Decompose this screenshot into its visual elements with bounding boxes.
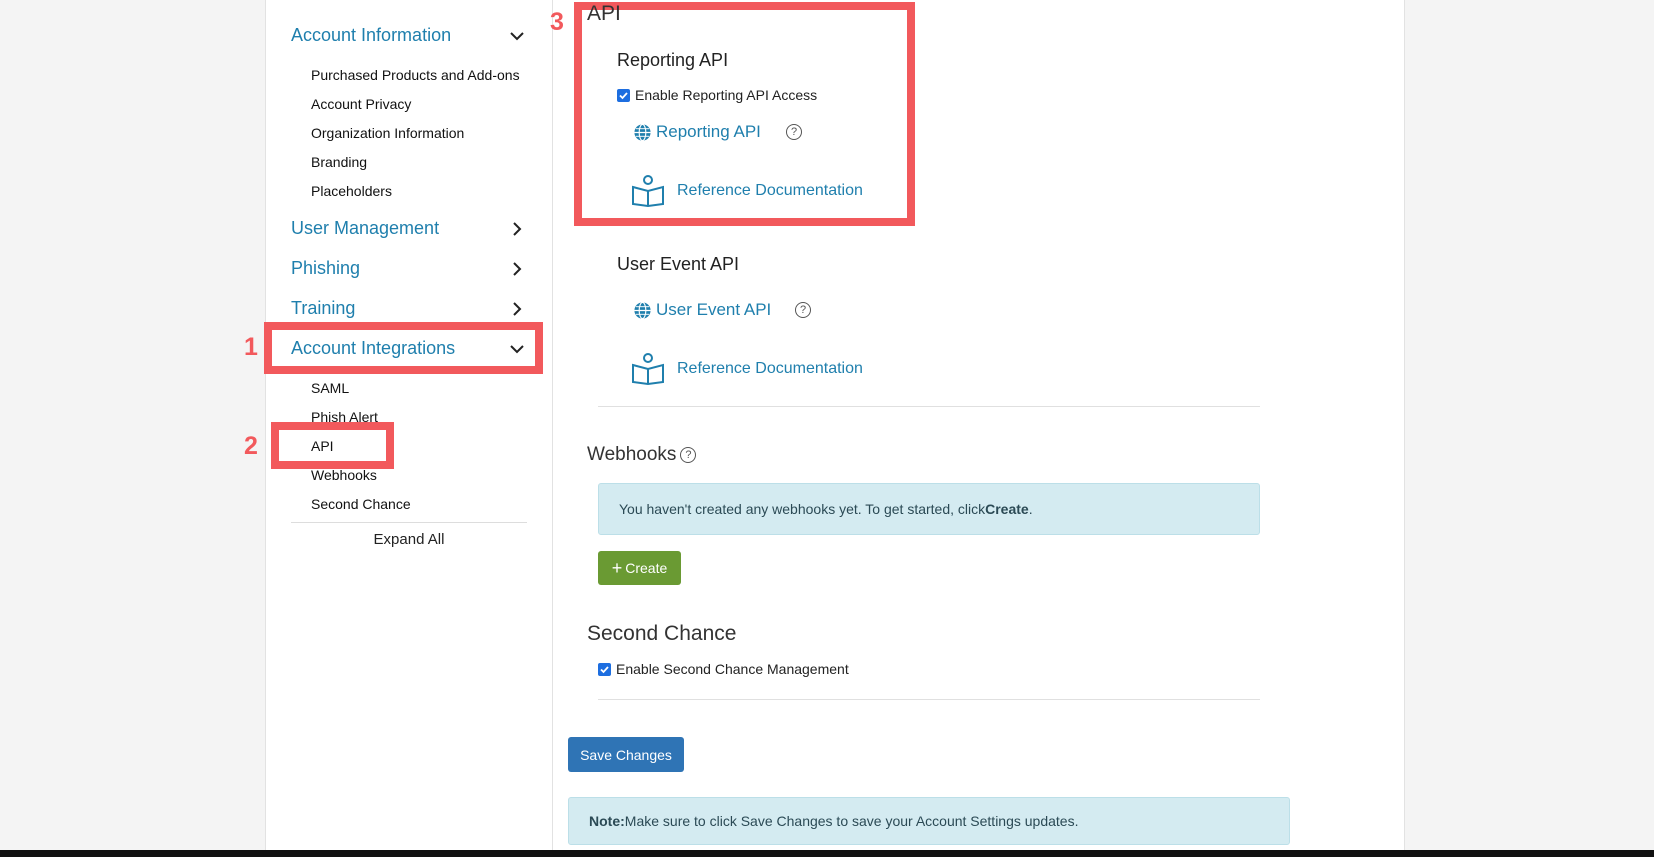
docs-link-label: Reference Documentation: [677, 360, 863, 377]
sidebar-divider: [291, 522, 527, 523]
open-book-icon: [632, 175, 664, 207]
api-heading: API: [587, 2, 621, 25]
help-circle-icon[interactable]: ?: [680, 447, 697, 463]
nav-item-webhooks[interactable]: Webhooks: [311, 467, 377, 483]
nav-section-label: Training: [291, 298, 356, 318]
nav-item-account-privacy[interactable]: Account Privacy: [311, 96, 411, 112]
create-button-label: Create: [625, 560, 668, 576]
nav-account-information[interactable]: Account Information: [291, 25, 526, 46]
expand-all-link[interactable]: Expand All: [291, 531, 527, 548]
nav-section-label: Phishing: [291, 258, 361, 278]
help-circle-icon[interactable]: ?: [795, 302, 811, 318]
user-event-api-heading: User Event API: [617, 254, 740, 274]
user-event-api-link[interactable]: User Event API: [633, 300, 771, 320]
nav-item-purchased-products[interactable]: Purchased Products and Add-ons: [311, 67, 520, 83]
chevron-right-icon: [513, 221, 522, 236]
section-divider: [598, 699, 1260, 700]
annotation-box-1: [264, 322, 543, 374]
user-event-api-link-label: User Event API: [656, 300, 772, 319]
create-webhook-button[interactable]: + Create: [598, 551, 681, 585]
annotation-box-2: [271, 422, 394, 469]
webhooks-heading: Webhooks: [587, 444, 677, 465]
webhooks-empty-alert: You haven't created any webhooks yet. To…: [598, 483, 1260, 535]
help-circle-icon[interactable]: ?: [786, 124, 802, 140]
chevron-right-icon: [513, 301, 522, 316]
nav-item-branding[interactable]: Branding: [311, 154, 367, 170]
note-text: Make sure to click Save Changes to save …: [624, 813, 1079, 829]
nav-training[interactable]: Training: [291, 298, 526, 319]
checkbox-label: Enable Second Chance Management: [616, 661, 849, 677]
save-changes-button[interactable]: Save Changes: [568, 737, 684, 772]
nav-section-label: Account Information: [291, 25, 452, 45]
reporting-api-docs-link[interactable]: Reference Documentation: [631, 175, 863, 207]
nav-user-management[interactable]: User Management: [291, 218, 526, 239]
nav-section-label: User Management: [291, 218, 440, 238]
globe-icon: [634, 123, 651, 141]
window-bottom-edge: [0, 850, 1654, 857]
checkbox-checked-icon[interactable]: [617, 88, 630, 102]
note-label: Note:: [589, 813, 625, 829]
open-book-icon: [632, 353, 664, 385]
annotation-number-3: 3: [550, 8, 564, 36]
nav-phishing[interactable]: Phishing: [291, 258, 526, 279]
user-event-api-docs-link[interactable]: Reference Documentation: [631, 353, 863, 385]
second-chance-heading: Second Chance: [587, 622, 737, 645]
checkbox-checked-icon[interactable]: [598, 662, 611, 676]
nav-item-organization-information[interactable]: Organization Information: [311, 125, 464, 141]
section-divider: [598, 406, 1260, 407]
chevron-right-icon: [513, 261, 522, 276]
reporting-api-link[interactable]: Reporting API: [633, 122, 761, 142]
docs-link-label: Reference Documentation: [677, 182, 863, 199]
annotation-number-2: 2: [244, 432, 258, 460]
reporting-api-heading: Reporting API: [617, 50, 729, 70]
nav-item-second-chance[interactable]: Second Chance: [311, 496, 411, 512]
nav-item-saml[interactable]: SAML: [311, 380, 349, 396]
webhooks-empty-text: You haven't created any webhooks yet. To…: [619, 501, 986, 517]
enable-reporting-api-checkbox[interactable]: Enable Reporting API Access: [617, 87, 817, 103]
sidebar-border: [552, 0, 553, 857]
note-alert: Note: Make sure to click Save Changes to…: [568, 797, 1290, 845]
webhooks-empty-create: Create: [985, 501, 1029, 517]
plus-icon: +: [611, 557, 623, 578]
annotation-number-1: 1: [244, 333, 258, 361]
webhooks-heading-row: Webhooks ?: [587, 444, 697, 466]
nav-item-placeholders[interactable]: Placeholders: [311, 183, 392, 199]
enable-second-chance-checkbox[interactable]: Enable Second Chance Management: [598, 661, 849, 677]
webhooks-empty-end: .: [1028, 501, 1033, 517]
reporting-api-link-label: Reporting API: [656, 122, 761, 141]
globe-icon: [634, 301, 651, 319]
chevron-down-icon: [510, 31, 524, 40]
checkbox-label: Enable Reporting API Access: [635, 87, 818, 103]
